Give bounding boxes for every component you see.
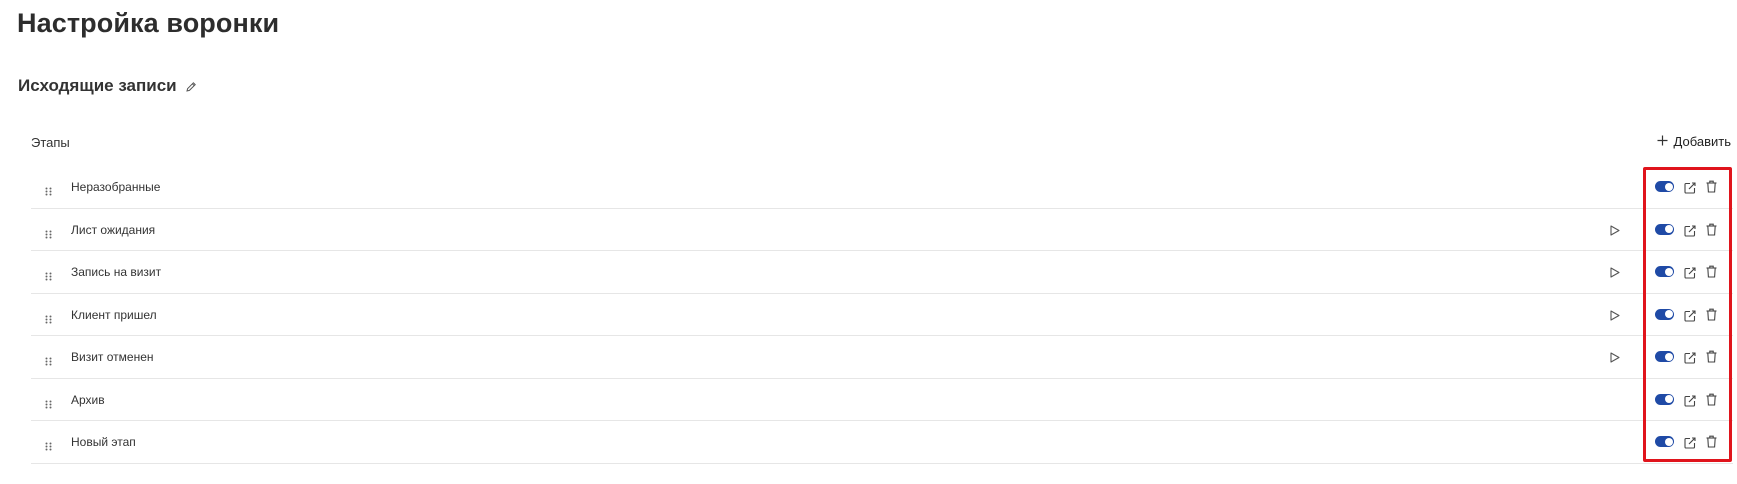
- add-stage-button[interactable]: Добавить: [1657, 134, 1731, 149]
- funnel-name-wrap: Исходящие записи: [18, 76, 197, 96]
- stage-name: Клиент пришел: [71, 307, 157, 322]
- trash-icon[interactable]: [1706, 308, 1717, 321]
- page-title: Настройка воронки: [17, 8, 280, 38]
- edit-icon[interactable]: [1684, 309, 1696, 322]
- trash-icon[interactable]: [1706, 180, 1717, 193]
- drag-handle-icon[interactable]: [45, 311, 53, 323]
- stage-name: Новый этап: [71, 435, 136, 449]
- edit-icon[interactable]: [1684, 224, 1696, 237]
- play-icon[interactable]: [1608, 224, 1621, 237]
- toggle-knob: [1664, 225, 1673, 233]
- funnel-name: Исходящие записи: [18, 76, 177, 95]
- edit-icon[interactable]: [1684, 266, 1696, 279]
- stages-label: Этапы: [31, 135, 70, 150]
- stage-row: Клиент пришел: [31, 294, 1733, 336]
- pencil-icon[interactable]: [185, 80, 197, 92]
- stage-toggle[interactable]: [1655, 181, 1674, 192]
- stage-row: Неразобранные: [31, 166, 1733, 209]
- trash-icon[interactable]: [1706, 393, 1717, 406]
- funnel-settings-page: Настройка воронки Исходящие записи Этапы…: [0, 0, 1737, 484]
- toggle-knob: [1664, 395, 1673, 403]
- toggle-knob: [1664, 352, 1673, 361]
- stage-name: Запись на визит: [71, 265, 162, 279]
- add-stage-label: Добавить: [1673, 134, 1731, 149]
- drag-handle-icon[interactable]: [45, 396, 53, 408]
- trash-icon[interactable]: [1706, 350, 1717, 363]
- stages-header: Этапы Добавить: [31, 134, 1731, 153]
- stage-toggle[interactable]: [1655, 266, 1674, 277]
- drag-handle-icon[interactable]: [45, 183, 53, 196]
- stage-row: Новый этап: [31, 421, 1733, 464]
- trash-icon[interactable]: [1706, 435, 1717, 448]
- edit-icon[interactable]: [1684, 351, 1696, 364]
- stage-toggle[interactable]: [1655, 223, 1674, 235]
- edit-icon[interactable]: [1684, 181, 1696, 194]
- stage-toggle[interactable]: [1655, 436, 1674, 447]
- stage-toggle[interactable]: [1655, 393, 1674, 405]
- stage-row: Визит отменен: [31, 336, 1733, 379]
- stage-toggle[interactable]: [1655, 351, 1674, 362]
- drag-handle-icon[interactable]: [45, 438, 53, 451]
- stage-name: Неразобранные: [71, 180, 161, 194]
- play-icon[interactable]: [1608, 309, 1621, 322]
- toggle-knob: [1664, 437, 1673, 446]
- stage-list: Неразобранные Лист ожидания Запись на визи…: [31, 166, 1733, 464]
- stage-row: Лист ожидания: [31, 209, 1733, 251]
- edit-icon[interactable]: [1684, 394, 1696, 407]
- stage-name: Визит отменен: [71, 350, 154, 364]
- stage-row: Архив: [31, 379, 1733, 421]
- trash-icon[interactable]: [1706, 223, 1717, 236]
- stage-name: Архив: [71, 392, 105, 407]
- stage-toggle[interactable]: [1655, 308, 1674, 320]
- toggle-knob: [1664, 267, 1673, 276]
- drag-handle-icon[interactable]: [45, 226, 53, 238]
- play-icon[interactable]: [1608, 351, 1621, 364]
- stage-row: Запись на визит: [31, 251, 1733, 294]
- stage-name: Лист ожидания: [71, 222, 156, 237]
- drag-handle-icon[interactable]: [45, 353, 53, 366]
- plus-icon: [1657, 134, 1668, 149]
- drag-handle-icon[interactable]: [45, 268, 53, 281]
- toggle-knob: [1664, 182, 1673, 191]
- play-icon[interactable]: [1608, 266, 1621, 279]
- edit-icon[interactable]: [1684, 436, 1696, 449]
- toggle-knob: [1664, 310, 1673, 318]
- trash-icon[interactable]: [1706, 265, 1717, 278]
